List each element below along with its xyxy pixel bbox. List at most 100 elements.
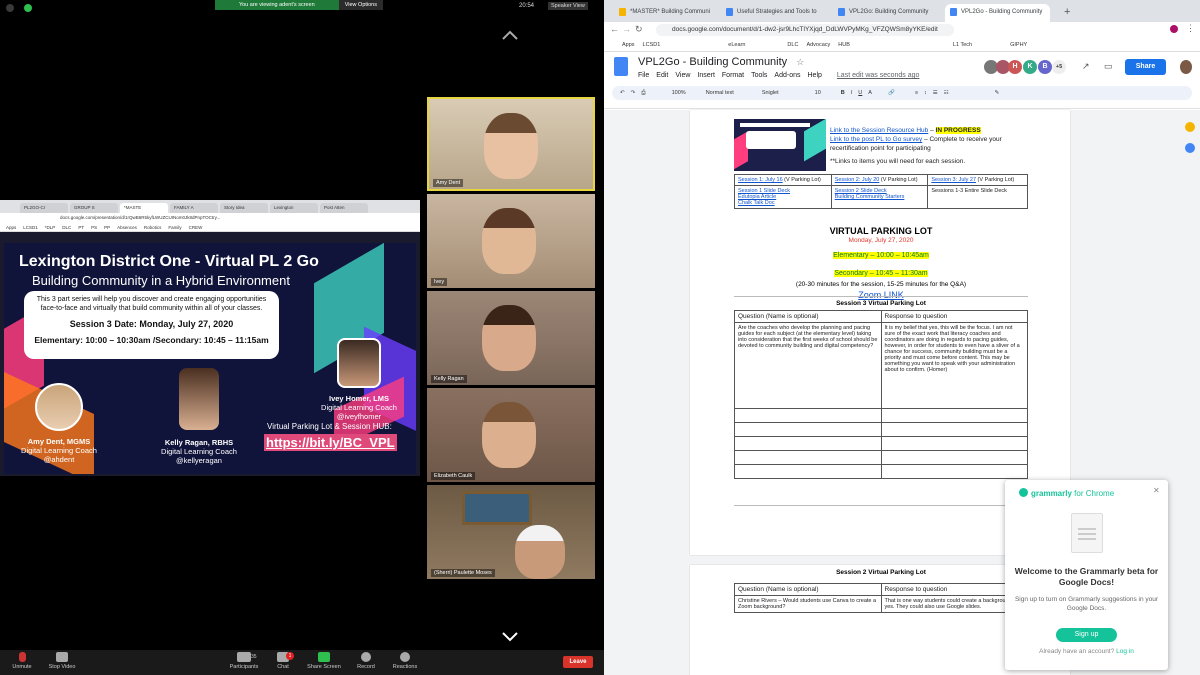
table-cell[interactable]: Are the coaches who develop the planning…	[734, 322, 882, 409]
chrome-tab[interactable]: *MASTER* Building Communi	[614, 4, 719, 22]
menu-insert[interactable]: Insert	[697, 72, 715, 79]
bulleted-list-icon[interactable]: ☰	[933, 90, 938, 96]
underline-icon[interactable]: U	[858, 90, 862, 96]
chrome-tab[interactable]: Useful Strategies and Tools to	[721, 4, 826, 22]
ruler[interactable]	[604, 100, 1200, 109]
bookmark-advocacy[interactable]: Advocacy	[806, 38, 830, 51]
text-color-icon[interactable]: A	[868, 90, 872, 96]
share-screen-button[interactable]: Share Screen	[302, 652, 346, 670]
reactions-button[interactable]: Reactions	[383, 652, 427, 670]
bookmark-lcsd1[interactable]: LCSD1	[643, 38, 661, 51]
participant-tile[interactable]: (Sherri) Paulette Moses	[427, 485, 595, 579]
unmute-button[interactable]: Unmute	[0, 652, 44, 670]
participants-button[interactable]: Participants	[222, 652, 266, 670]
resource-link[interactable]: Chalk Talk Doc	[738, 200, 775, 206]
account-avatar[interactable]	[1180, 60, 1192, 74]
line-spacing-icon[interactable]: ↕	[924, 90, 927, 96]
session-link[interactable]: Session 2: July 20	[835, 177, 880, 183]
chevron-down-icon[interactable]	[502, 632, 518, 642]
share-button[interactable]: Share	[1125, 59, 1166, 75]
font-size-select[interactable]: 10	[815, 90, 821, 96]
bookmark-dlc[interactable]: DLC	[787, 38, 798, 51]
align-left-icon[interactable]: ≡	[915, 90, 918, 96]
comments-icon[interactable]: ▭	[1104, 61, 1113, 72]
menu-format[interactable]: Format	[722, 72, 744, 79]
table-cell[interactable]	[734, 436, 882, 451]
table-cell[interactable]: Christine Rivers – Would students use Ca…	[734, 595, 882, 613]
table-cell[interactable]	[734, 408, 882, 423]
leave-button[interactable]: Leave	[563, 656, 593, 668]
chrome-tab[interactable]: VPL2Go: Building Community	[833, 4, 938, 22]
resource-link[interactable]: Building Community Starters	[835, 194, 905, 200]
menu-tools[interactable]: Tools	[751, 72, 767, 79]
keep-notes-icon[interactable]	[1185, 122, 1195, 132]
collaborator-avatar[interactable]: K	[1023, 60, 1037, 74]
redo-icon[interactable]: ↷	[631, 90, 636, 96]
font-select[interactable]: Sniglet	[762, 90, 779, 96]
tasks-icon[interactable]	[1185, 143, 1195, 153]
bookmark-hub[interactable]: HUB	[838, 38, 850, 51]
table-cell[interactable]	[734, 422, 882, 437]
forward-arrow-icon[interactable]: →	[622, 24, 631, 34]
last-edit-status[interactable]: Last edit was seconds ago	[837, 72, 920, 79]
participant-tile[interactable]: Ivey	[427, 194, 595, 288]
style-select[interactable]: Normal text	[706, 90, 734, 96]
more-collaborators[interactable]: +5	[1052, 60, 1066, 74]
security-shield-icon[interactable]	[24, 4, 32, 12]
table-cell[interactable]	[880, 436, 1028, 451]
close-icon[interactable]: ✕	[1153, 486, 1160, 495]
table-cell[interactable]	[880, 422, 1028, 437]
table-cell[interactable]: It is my belief that yes, this will be t…	[880, 322, 1028, 409]
document-title[interactable]: VPL2Go - Building Community ☆	[638, 56, 804, 68]
print-icon[interactable]: ⎙	[641, 90, 645, 97]
resource-hub-link[interactable]: Link to the Session Resource Hub	[830, 127, 928, 134]
stop-video-button[interactable]: Stop Video	[40, 652, 84, 670]
docs-logo-icon[interactable]	[614, 57, 628, 76]
grammarly-signup-button[interactable]: Sign up	[1056, 628, 1117, 642]
table-cell[interactable]	[880, 464, 1028, 479]
login-link[interactable]: Log in	[1116, 648, 1134, 655]
menu-help[interactable]: Help	[808, 72, 822, 79]
table-cell[interactable]	[880, 450, 1028, 465]
back-arrow-icon[interactable]: ←	[610, 24, 619, 34]
session-link[interactable]: Session 3: July 27	[931, 177, 976, 183]
table-cell[interactable]	[880, 408, 1028, 423]
numbered-list-icon[interactable]: ☷	[944, 90, 949, 96]
reload-icon[interactable]: ↻	[635, 24, 643, 35]
bookmark-l1-tech[interactable]: L1 Tech	[953, 38, 972, 51]
zoom-select[interactable]: 100%	[672, 90, 686, 96]
undo-icon[interactable]: ↶	[620, 90, 625, 96]
link-icon[interactable]: 🔗	[888, 90, 895, 96]
address-bar[interactable]: docs.google.com/document/d/1-dw2-jsr9Lhc…	[656, 24, 954, 36]
bookmark-apps[interactable]: Apps	[622, 38, 635, 51]
chat-button[interactable]: Chat	[261, 652, 305, 670]
bookmark-giphy[interactable]: GIPHY	[1010, 38, 1027, 51]
speaker-view-button[interactable]: Speaker View	[548, 2, 588, 10]
view-options-button[interactable]: View Options	[338, 0, 383, 10]
menu-view[interactable]: View	[675, 72, 690, 79]
pencil-editing-icon[interactable]: ✎	[995, 90, 1000, 96]
table-cell[interactable]	[734, 464, 882, 479]
new-tab-plus-icon[interactable]: +	[1064, 6, 1070, 18]
menu-file[interactable]: File	[638, 72, 649, 79]
zoom-link[interactable]: Zoom LINK	[858, 290, 904, 300]
participant-tile[interactable]: Kelly Ragan	[427, 291, 595, 385]
chrome-tab-active[interactable]: VPL2Go - Building Community	[945, 4, 1050, 22]
session-link[interactable]: Session 1: July 16	[738, 177, 783, 183]
menu-edit[interactable]: Edit	[656, 72, 668, 79]
kebab-menu-icon[interactable]: ⋮	[1186, 23, 1195, 34]
italic-icon[interactable]: I	[851, 90, 853, 96]
menu-add-ons[interactable]: Add-ons	[774, 72, 800, 79]
collaborator-avatar[interactable]: B	[1038, 60, 1052, 74]
survey-link[interactable]: Link to the post PL to Go survey	[830, 136, 922, 143]
star-icon[interactable]: ☆	[796, 57, 804, 67]
participant-tile[interactable]: Elizabeth Caulk	[427, 388, 595, 482]
record-button[interactable]: Record	[344, 652, 388, 670]
bold-icon[interactable]: B	[841, 90, 845, 96]
table-cell[interactable]	[734, 450, 882, 465]
participant-tile[interactable]: Amy Dent	[427, 97, 595, 191]
activity-trend-icon[interactable]: ↗	[1082, 61, 1090, 72]
chevron-up-icon[interactable]	[502, 30, 518, 40]
bookmark-elearn[interactable]: eLearn	[728, 38, 745, 51]
profile-avatar[interactable]	[1170, 25, 1178, 33]
